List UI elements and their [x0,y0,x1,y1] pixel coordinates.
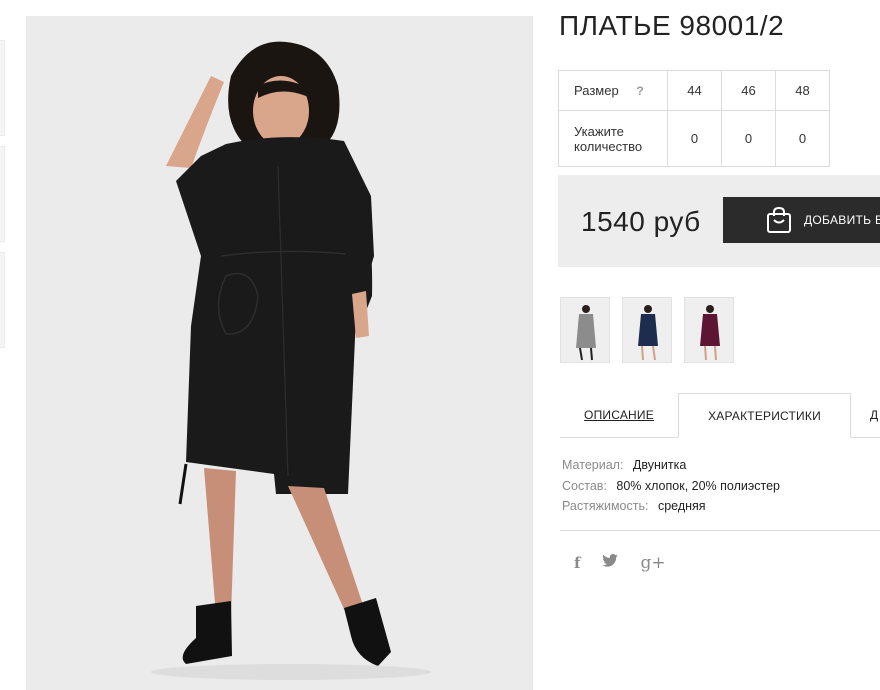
spec-key: Растяжимость: [562,499,649,513]
quantity-input-46[interactable]: 0 [721,110,776,167]
color-swatch-navy[interactable] [622,297,672,363]
shopping-bag-icon [766,206,792,239]
section-divider [560,530,880,531]
price-box: 1540 руб ДОБАВИТЬ В КОРЗИНУ [558,175,880,267]
main-product-photo[interactable] [26,16,533,690]
side-thumbnail-strip [0,40,6,358]
spec-value: 80% хлопок, 20% полиэстер [616,478,780,493]
twitter-icon[interactable] [602,554,619,572]
spec-row: Состав: 80% хлопок, 20% полиэстер [562,476,780,497]
spec-key: Состав: [562,478,607,493]
characteristics-list: Материал: Двунитка Состав: 80% хлопок, 2… [562,455,780,517]
add-to-cart-button[interactable]: ДОБАВИТЬ В КОРЗИНУ [723,197,880,243]
product-price: 1540 руб [581,206,701,237]
side-thumbnail[interactable] [0,252,5,348]
size-48: 48 [775,70,830,111]
spec-row: Растяжимость: средняя [562,496,780,517]
spec-value: средняя [657,499,706,513]
quantity-label: Укажите количество [558,110,668,167]
tab-characteristics[interactable]: ХАРАКТЕРИСТИКИ [678,393,851,438]
size-label: Размер [574,82,619,98]
spec-value: Двунитка [632,458,687,472]
add-to-cart-label: ДОБАВИТЬ В КОРЗИНУ [804,213,880,227]
product-tabs: ОПИСАНИЕ ХАРАКТЕРИСТИКИ Д [560,393,880,439]
size-46: 46 [721,70,776,111]
tab-delivery[interactable]: Д [870,393,880,438]
spec-row: Материал: Двунитка [562,455,780,476]
color-swatch-grey[interactable] [560,297,610,363]
size-quantity-table: Размер ? 44 46 48 Укажите количество 0 0… [558,70,830,167]
quantity-input-48[interactable]: 0 [775,110,830,167]
quantity-input-44[interactable]: 0 [667,110,722,167]
size-label-cell: Размер ? [558,70,668,111]
side-thumbnail[interactable] [0,146,5,242]
social-share: f g+ [574,553,688,573]
side-thumbnail[interactable] [0,40,5,136]
size-help-icon[interactable]: ? [636,84,643,99]
size-44: 44 [667,70,722,111]
google-plus-icon[interactable]: g+ [640,553,665,573]
product-title: ПЛАТЬЕ 98001/2 [559,10,785,41]
tab-description[interactable]: ОПИСАНИЕ [560,393,678,438]
color-swatch-burgundy[interactable] [684,297,734,363]
spec-key: Материал: [562,458,624,472]
facebook-icon[interactable]: f [574,554,580,572]
